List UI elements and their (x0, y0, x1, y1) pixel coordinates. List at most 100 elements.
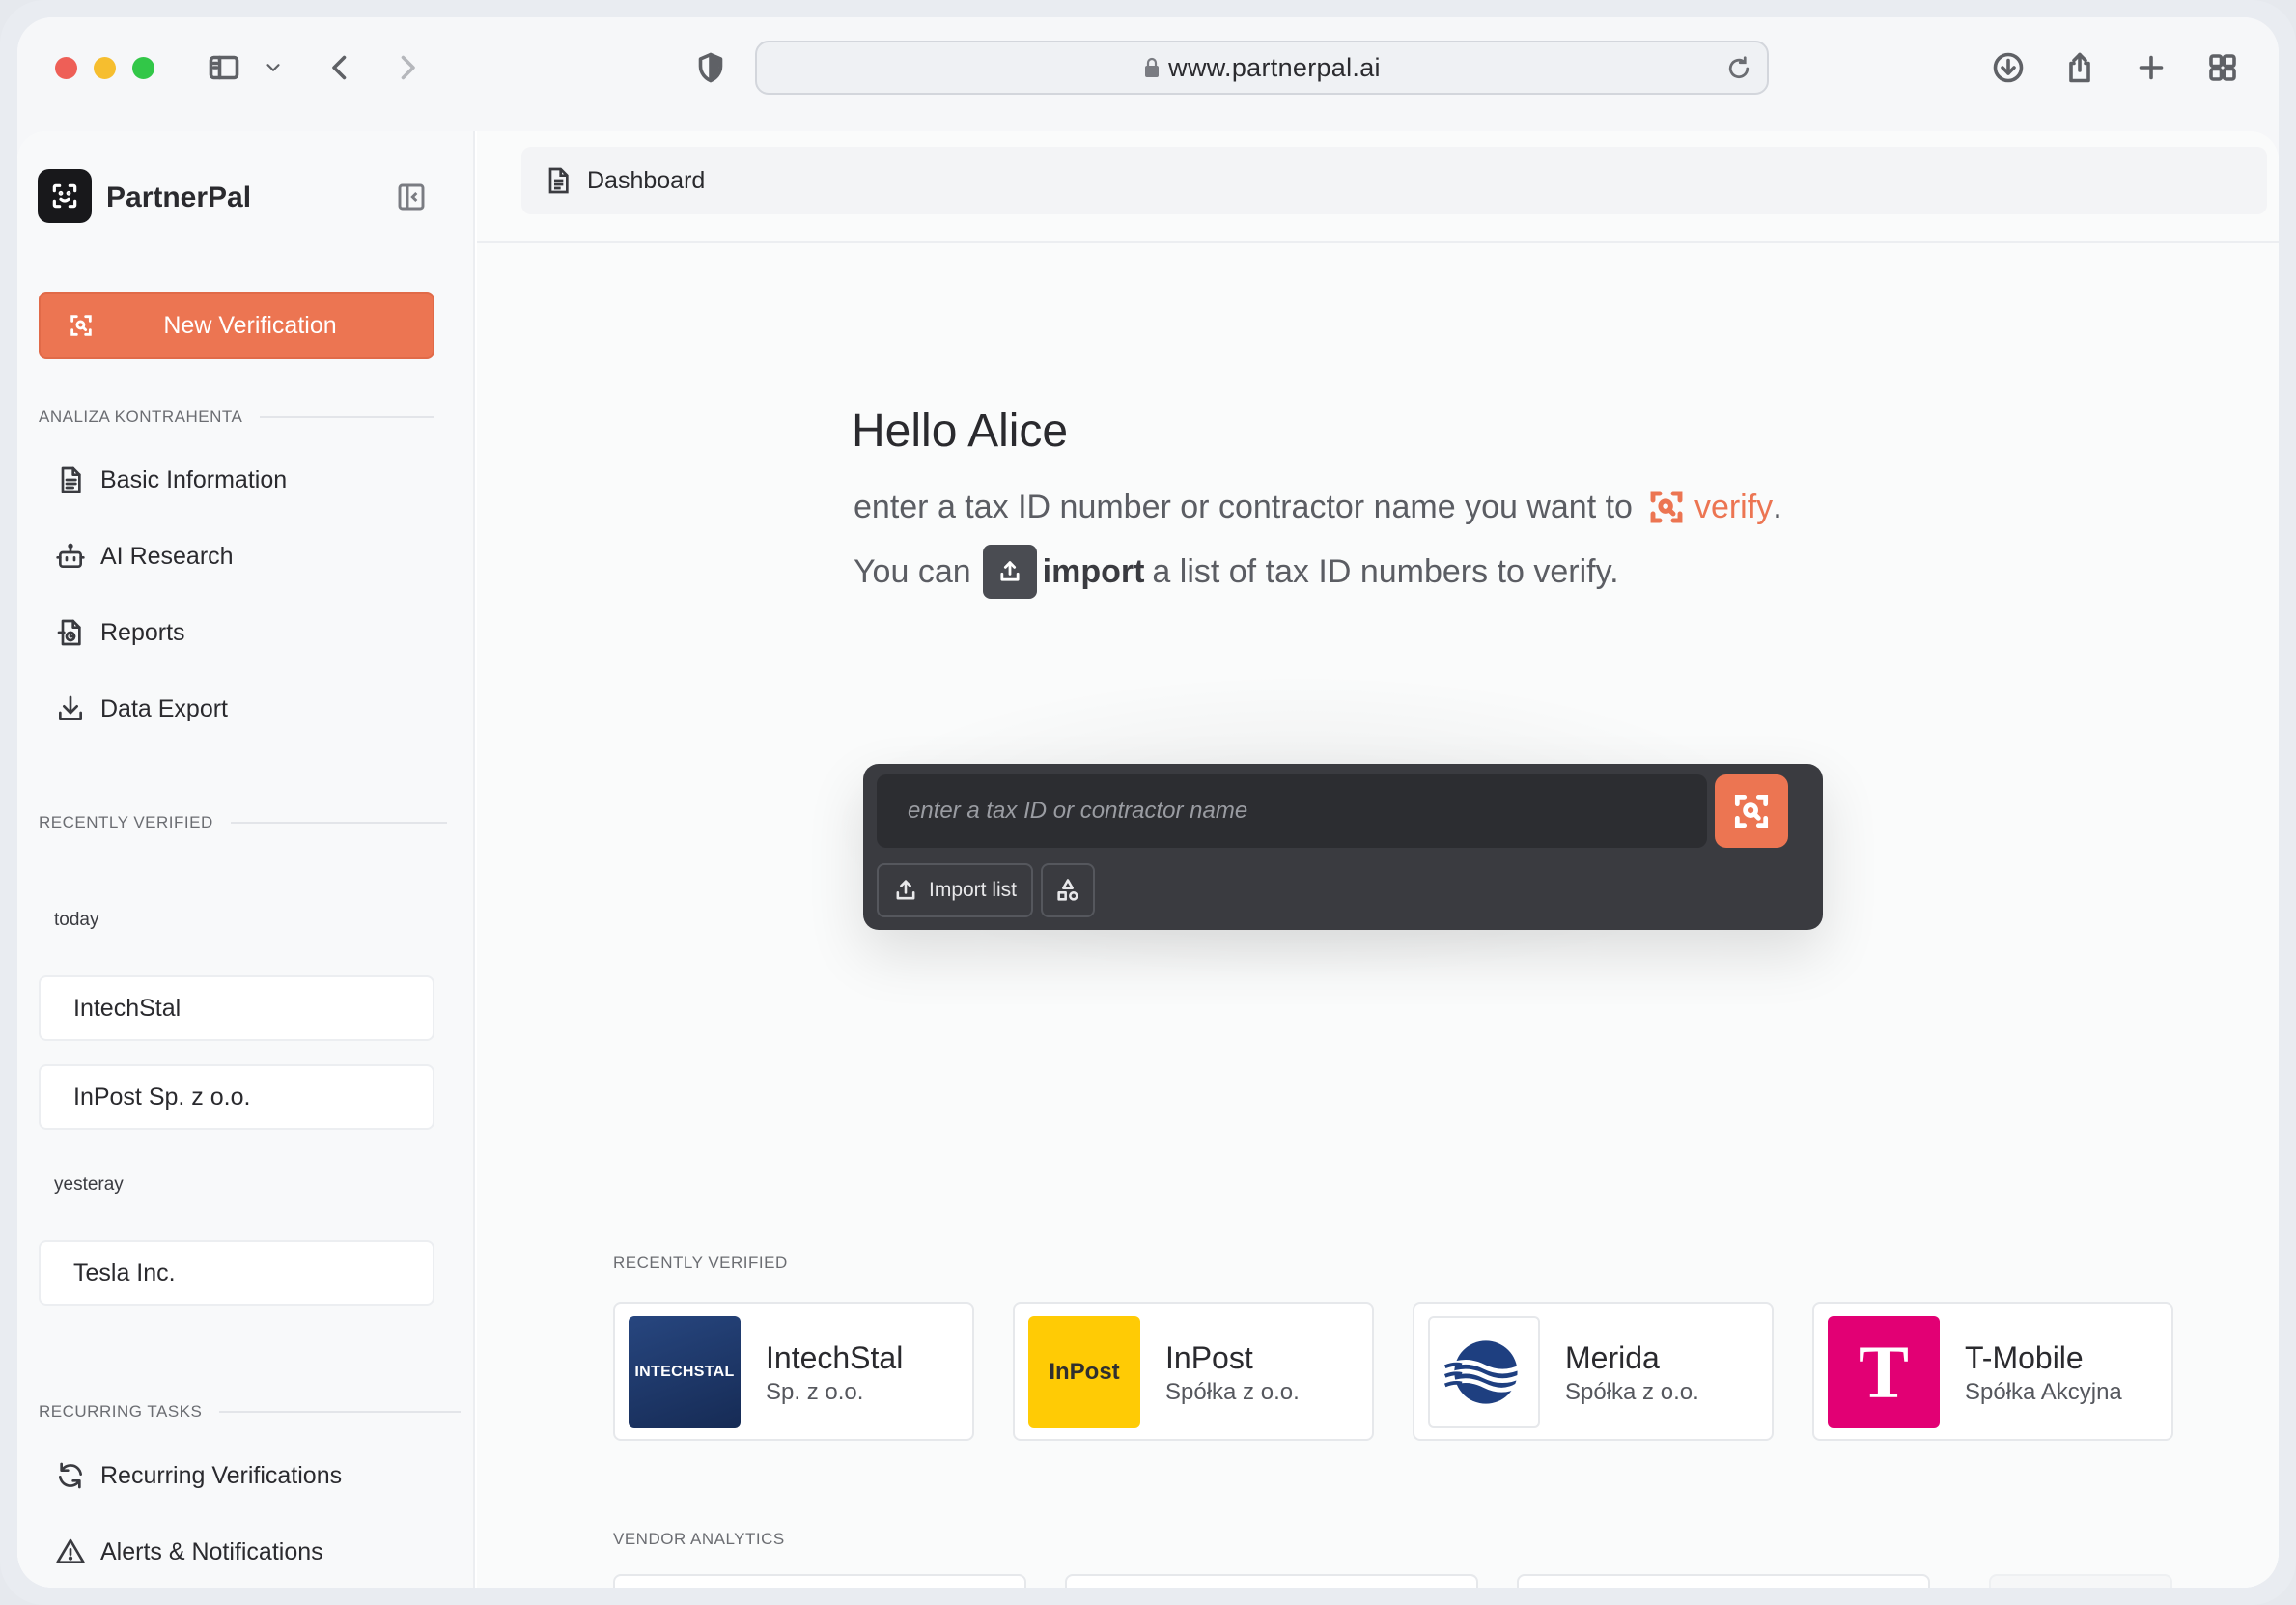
company-type: Spółka z o.o. (1165, 1379, 1300, 1405)
breadcrumb-dashboard[interactable]: Dashboard (587, 167, 705, 195)
greeting-title: Hello Alice (852, 406, 1069, 457)
nav-item-label: Recurring Verifications (100, 1461, 343, 1489)
document-icon (54, 464, 87, 496)
chevron-down-icon[interactable] (261, 46, 286, 89)
download-icon[interactable] (1987, 46, 2030, 89)
scan-search-icon (1734, 794, 1769, 829)
company-card-intechstal[interactable]: INTECHSTAL IntechStal Sp. z o.o. (613, 1302, 974, 1441)
section-recurring-label: RECURRING TASKS (39, 1402, 203, 1421)
merida-emblem-icon (1443, 1340, 1523, 1404)
warning-icon (54, 1535, 87, 1568)
company-type: Sp. z o.o. (766, 1379, 864, 1405)
company-type: Spółka z o.o. (1565, 1379, 1699, 1405)
tab-overview-icon[interactable] (2201, 46, 2244, 89)
upload-icon[interactable] (982, 545, 1037, 599)
inpost-logo: InPost (1028, 1316, 1140, 1428)
lock-icon (1145, 57, 1160, 77)
new-verification-button[interactable]: New Verification (39, 292, 434, 359)
scan-search-icon (1646, 487, 1687, 527)
company-card-inpost[interactable]: InPost InPost Spółka z o.o. (1013, 1302, 1374, 1441)
company-type: Spółka Akcyjna (1965, 1379, 2122, 1405)
section-recent-label: RECENTLY VERIFIED (39, 813, 213, 831)
main-content: Dashboard Hello Alice enter a tax ID num… (477, 131, 2279, 1588)
company-card-merida[interactable]: Merida Spółka z o.o. (1413, 1302, 1774, 1441)
company-card-t-mobile[interactable]: T T-Mobile Spółka Akcyjna (1812, 1302, 2173, 1441)
recent-item-tesla[interactable]: Tesla Inc. (39, 1240, 434, 1306)
prompt-line-2-text: You can (854, 552, 971, 590)
nav-item-ai-research[interactable]: AI Research (54, 532, 234, 580)
url-text: www.partnerpal.ai (1168, 52, 1381, 82)
shield-icon[interactable] (689, 46, 732, 89)
intechstal-logo-text: INTECHSTAL (634, 1364, 735, 1380)
app-container: PartnerPal New Verification ANALIZA KONT… (17, 131, 2279, 1588)
section-recent-header: RECENTLY VERIFIED (39, 813, 447, 832)
browser-window: www.partnerpal.ai PartnerPal New Verific… (0, 0, 2296, 1605)
nav-item-label: AI Research (100, 542, 234, 570)
new-tab-icon[interactable] (2130, 46, 2172, 89)
share-icon[interactable] (2058, 46, 2101, 89)
company-name: InPost (1165, 1340, 1253, 1375)
collapse-sidebar-icon[interactable] (396, 182, 427, 212)
inpost-logo-text: InPost (1049, 1359, 1120, 1385)
shapes-button[interactable] (1041, 863, 1095, 917)
minimize-window-button[interactable] (94, 57, 116, 79)
document-icon (548, 167, 569, 194)
new-verification-label: New Verification (163, 311, 337, 339)
analytics-card[interactable] (1517, 1574, 1930, 1588)
zoom-window-button[interactable] (132, 57, 154, 79)
upload-icon (896, 880, 915, 900)
download-icon (54, 692, 87, 725)
section-analysis-header: ANALIZA KONTRAHENTA (39, 408, 434, 427)
analytics-section-label: VENDOR ANALYTICS (613, 1530, 785, 1548)
refresh-icon (54, 1459, 87, 1492)
close-window-button[interactable] (55, 57, 77, 79)
search-input[interactable] (877, 774, 1707, 848)
section-recurring-header: RECURRING TASKS (39, 1402, 462, 1422)
verify-link[interactable]: verify (1694, 489, 1773, 526)
forward-arrow-icon[interactable] (386, 46, 429, 89)
nav-item-basic-information[interactable]: Basic Information (54, 456, 287, 504)
recent-section-label: RECENTLY VERIFIED (613, 1253, 788, 1272)
section-analysis-label: ANALIZA KONTRAHENTA (39, 408, 243, 426)
nav-item-alerts-notifications[interactable]: Alerts & Notifications (54, 1528, 323, 1576)
prompt-line-1-text: enter a tax ID number or contractor name… (854, 488, 1633, 525)
robot-icon (54, 540, 87, 573)
prompt-line-1: enter a tax ID number or contractor name… (854, 487, 1782, 527)
intechstal-logo: INTECHSTAL (629, 1316, 741, 1428)
analytics-card[interactable] (1065, 1574, 1478, 1588)
prompt-line-2: You can import a list of tax ID numbers … (854, 545, 1619, 599)
search-button[interactable] (1715, 774, 1788, 848)
day-label-today: today (54, 910, 99, 930)
t-mobile-logo: T (1828, 1316, 1940, 1428)
nav-item-label: Alerts & Notifications (100, 1537, 323, 1565)
analytics-card[interactable] (613, 1574, 1026, 1588)
merida-logo (1428, 1316, 1540, 1428)
recent-item-intechstal[interactable]: IntechStal (39, 975, 434, 1041)
nav-item-reports[interactable]: Reports (54, 608, 185, 657)
browser-frame: www.partnerpal.ai PartnerPal New Verific… (17, 17, 2279, 1588)
nav-item-label: Basic Information (100, 465, 288, 493)
search-panel: Import list (863, 764, 1823, 930)
prompt-line-2-suffix: a list of tax ID numbers to verify. (1152, 552, 1619, 590)
sidebar: PartnerPal New Verification ANALIZA KONT… (17, 131, 475, 1588)
reload-icon[interactable] (1724, 54, 1753, 83)
company-name: IntechStal (766, 1340, 904, 1375)
company-name: T-Mobile (1965, 1340, 2084, 1375)
header-divider (477, 241, 2279, 243)
shapes-icon (1057, 879, 1078, 901)
prompt-line-1-suffix: . (1773, 488, 1782, 525)
address-bar[interactable]: www.partnerpal.ai (755, 41, 1769, 95)
sidebar-toggle-icon[interactable] (203, 46, 245, 89)
report-icon (54, 616, 87, 649)
nav-item-recurring-verifications[interactable]: Recurring Verifications (54, 1451, 342, 1500)
nav-item-label: Data Export (100, 694, 229, 722)
import-list-label: Import list (929, 879, 1018, 901)
recent-item-inpost[interactable]: InPost Sp. z o.o. (39, 1064, 434, 1130)
brand-name: PartnerPal (106, 182, 252, 213)
import-list-button[interactable]: Import list (877, 863, 1033, 917)
import-link[interactable]: import (1043, 553, 1145, 591)
day-label-yesterday: yesteray (54, 1174, 124, 1195)
app-logo[interactable] (38, 169, 92, 223)
back-arrow-icon[interactable] (319, 46, 361, 89)
nav-item-data-export[interactable]: Data Export (54, 685, 228, 733)
